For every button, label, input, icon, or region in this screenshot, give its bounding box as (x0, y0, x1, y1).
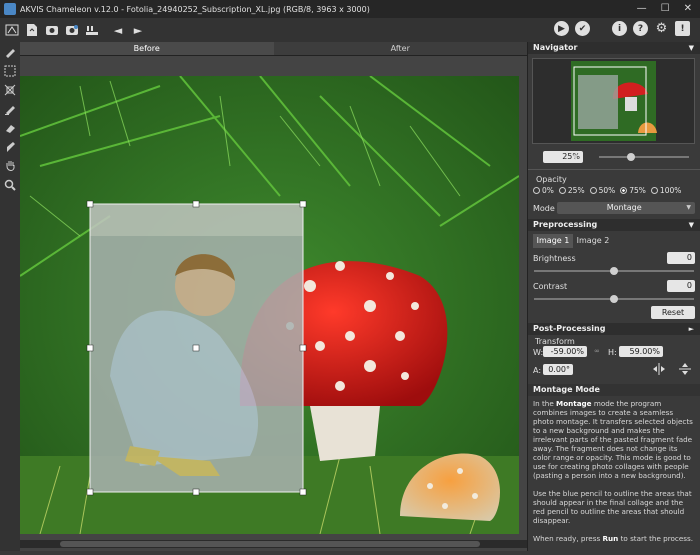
brightness-slider[interactable] (534, 267, 694, 275)
chevron-down-icon[interactable]: ▼ (573, 154, 581, 161)
height-field[interactable]: 59.00% (619, 346, 663, 357)
width-field[interactable]: -59.00% (543, 346, 587, 357)
navigator-preview[interactable] (532, 58, 695, 144)
zoom-slider[interactable] (599, 153, 689, 161)
open-background-icon[interactable] (44, 22, 60, 38)
selection-icon[interactable] (1, 62, 19, 80)
tab-image-2[interactable]: Image 2 (573, 234, 613, 248)
mode-select[interactable]: Montage ▼ (556, 202, 695, 214)
contrast-slider[interactable] (534, 295, 694, 303)
help-paragraph-3: When ready, press Run to start the proce… (533, 534, 694, 543)
view-tabs: Before After (20, 42, 527, 56)
tab-image-1[interactable]: Image 1 (533, 234, 573, 248)
main-toolbar: ◄ ► ▶ ✔ i ? ⚙ ! (0, 18, 700, 42)
chameleon-brush-icon[interactable] (1, 138, 19, 156)
opacity-option-100[interactable]: 100% (650, 186, 681, 195)
tab-after[interactable]: After (274, 42, 528, 55)
hand-icon[interactable] (1, 157, 19, 175)
link-icon[interactable]: ∞ (594, 347, 600, 355)
opacity-option-25[interactable]: 25% (558, 186, 585, 195)
transform-label: Transform (535, 337, 575, 346)
title-bar: AKVIS Chameleon v.12.0 - Fotolia_2494025… (0, 0, 700, 18)
brightness-label: Brightness (533, 253, 576, 263)
close-button[interactable]: ✕ (684, 3, 692, 14)
contrast-value[interactable]: 0 (667, 280, 695, 292)
batch-icon[interactable] (84, 22, 100, 38)
transform-icon[interactable] (1, 81, 19, 99)
help-paragraph-2: Use the blue pencil to outline the areas… (533, 489, 692, 525)
settings-icon[interactable]: ⚙ (654, 21, 669, 36)
reset-button[interactable]: Reset (651, 306, 695, 319)
maximize-button[interactable]: ☐ (661, 3, 670, 14)
help-icon[interactable]: ? (633, 21, 648, 36)
mode-chevron-icon: ▼ (686, 204, 691, 211)
help-paragraph-1: In the Montage mode the program combines… (533, 399, 693, 480)
notification-icon[interactable]: ! (675, 21, 690, 36)
height-label: H: (608, 348, 617, 357)
open-object-icon[interactable] (64, 22, 80, 38)
brightness-value[interactable]: 0 (667, 252, 695, 264)
image-workspace: Before After (20, 42, 527, 551)
opacity-options: 0% 25% 50% 75% 100% (528, 186, 700, 195)
opacity-option-0[interactable]: 0% (533, 186, 554, 195)
apply-button[interactable]: ✔ (575, 21, 590, 36)
settings-panel: Navigator ▼ 25% ▼ Opacity 0% 25% 50% 75% … (527, 42, 700, 551)
preprocessing-title: Preprocessing (533, 220, 598, 229)
zoom-icon[interactable] (1, 176, 19, 194)
home-icon[interactable] (4, 22, 20, 38)
width-label: W: (533, 348, 544, 357)
open-file-icon[interactable] (24, 22, 40, 38)
blue-pencil-icon[interactable] (1, 43, 19, 61)
eraser-icon[interactable] (1, 119, 19, 137)
app-logo-icon (4, 3, 16, 15)
angle-field[interactable]: 0.00° (543, 364, 573, 375)
flip-vertical-icon[interactable] (678, 362, 692, 376)
redo-icon[interactable]: ► (130, 22, 146, 38)
angle-label: A: (533, 366, 542, 375)
about-icon[interactable]: i (612, 21, 627, 36)
postprocessing-title: Post-Processing (533, 324, 606, 333)
mode-help-title: Montage Mode (533, 385, 600, 394)
flip-horizontal-icon[interactable] (652, 362, 666, 376)
mode-help-text: In the Montage mode the program combines… (528, 396, 700, 555)
minimize-button[interactable]: — (637, 3, 647, 14)
horizontal-scrollbar[interactable] (20, 540, 527, 548)
undo-icon[interactable]: ◄ (110, 22, 126, 38)
red-pencil-icon[interactable] (1, 100, 19, 118)
mode-label: Mode (533, 203, 555, 213)
contrast-label: Contrast (533, 281, 568, 291)
opacity-option-75[interactable]: 75% (620, 186, 646, 195)
navigator-header[interactable]: Navigator ▼ (528, 42, 700, 54)
window-title: AKVIS Chameleon v.12.0 - Fotolia_2494025… (20, 4, 370, 14)
tab-before[interactable]: Before (20, 42, 274, 55)
navigator-title: Navigator (533, 43, 578, 52)
opacity-label: Opacity (536, 175, 567, 184)
tools-panel (0, 42, 20, 551)
opacity-option-50[interactable]: 50% (589, 186, 615, 195)
photo-canvas[interactable] (20, 76, 519, 534)
postprocessing-header[interactable]: Post-Processing ► (528, 323, 700, 335)
run-button[interactable]: ▶ (554, 21, 569, 36)
mode-help-header: Montage Mode (528, 384, 700, 396)
preprocessing-header[interactable]: Preprocessing ▼ (528, 219, 700, 231)
mode-value: Montage (606, 203, 642, 212)
